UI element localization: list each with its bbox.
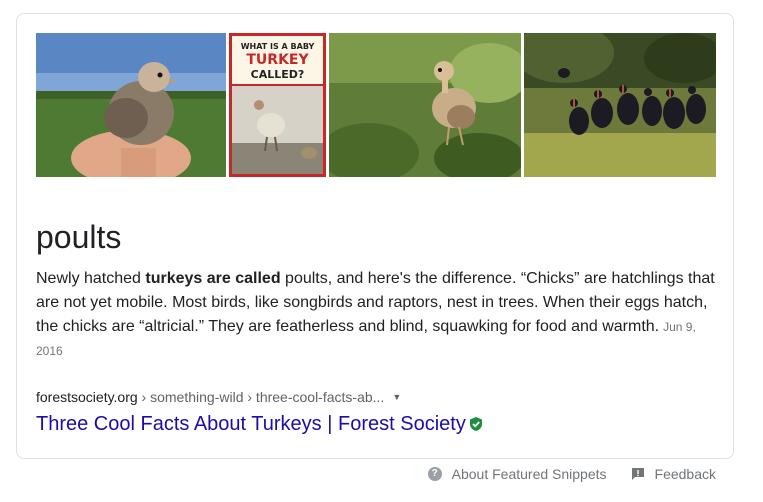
poster-line-3: CALLED?	[251, 68, 305, 81]
source-breadcrumb: forestsociety.org › something-wild › thr…	[36, 387, 401, 407]
source-domain: forestsociety.org	[36, 389, 138, 405]
snippet-bold: turkeys are called	[145, 270, 281, 287]
poster-line-2: TURKEY	[246, 52, 309, 68]
source-path: › something-wild › three-cool-facts-ab..…	[137, 389, 385, 405]
poster-line-1: WHAT IS A BABY	[241, 42, 315, 51]
wild-turkeys-flock-image[interactable]	[524, 33, 716, 177]
poult-in-hand-image[interactable]	[36, 33, 226, 177]
result-title-text: Three Cool Facts About Turkeys | Forest …	[36, 413, 466, 435]
verified-shield-icon	[469, 417, 482, 431]
feedback-link[interactable]: Feedback	[631, 465, 716, 483]
feedback-label: Feedback	[654, 466, 716, 482]
snippet-footer: ? About Featured Snippets Feedback	[427, 465, 716, 483]
baby-turkey-poster-image[interactable]: WHAT IS A BABY TURKEY CALLED?	[229, 33, 326, 177]
about-featured-snippets-label: About Featured Snippets	[451, 466, 607, 482]
result-title-link[interactable]: Three Cool Facts About Turkeys | Forest …	[36, 410, 484, 438]
answer-title: poults	[36, 219, 122, 255]
help-icon: ?	[427, 467, 442, 481]
snippet-prefix: Newly hatched	[36, 270, 146, 287]
about-featured-snippets-link[interactable]: ? About Featured Snippets	[427, 465, 607, 483]
feedback-icon	[631, 468, 644, 480]
snippet-text: Newly hatched turkeys are called poults,…	[36, 267, 716, 363]
chevron-down-icon[interactable]: ▼	[392, 387, 401, 407]
poult-in-grass-image[interactable]	[329, 33, 521, 177]
featured-snippet-card: WHAT IS A BABY TURKEY CALLED? poults New…	[16, 13, 734, 459]
